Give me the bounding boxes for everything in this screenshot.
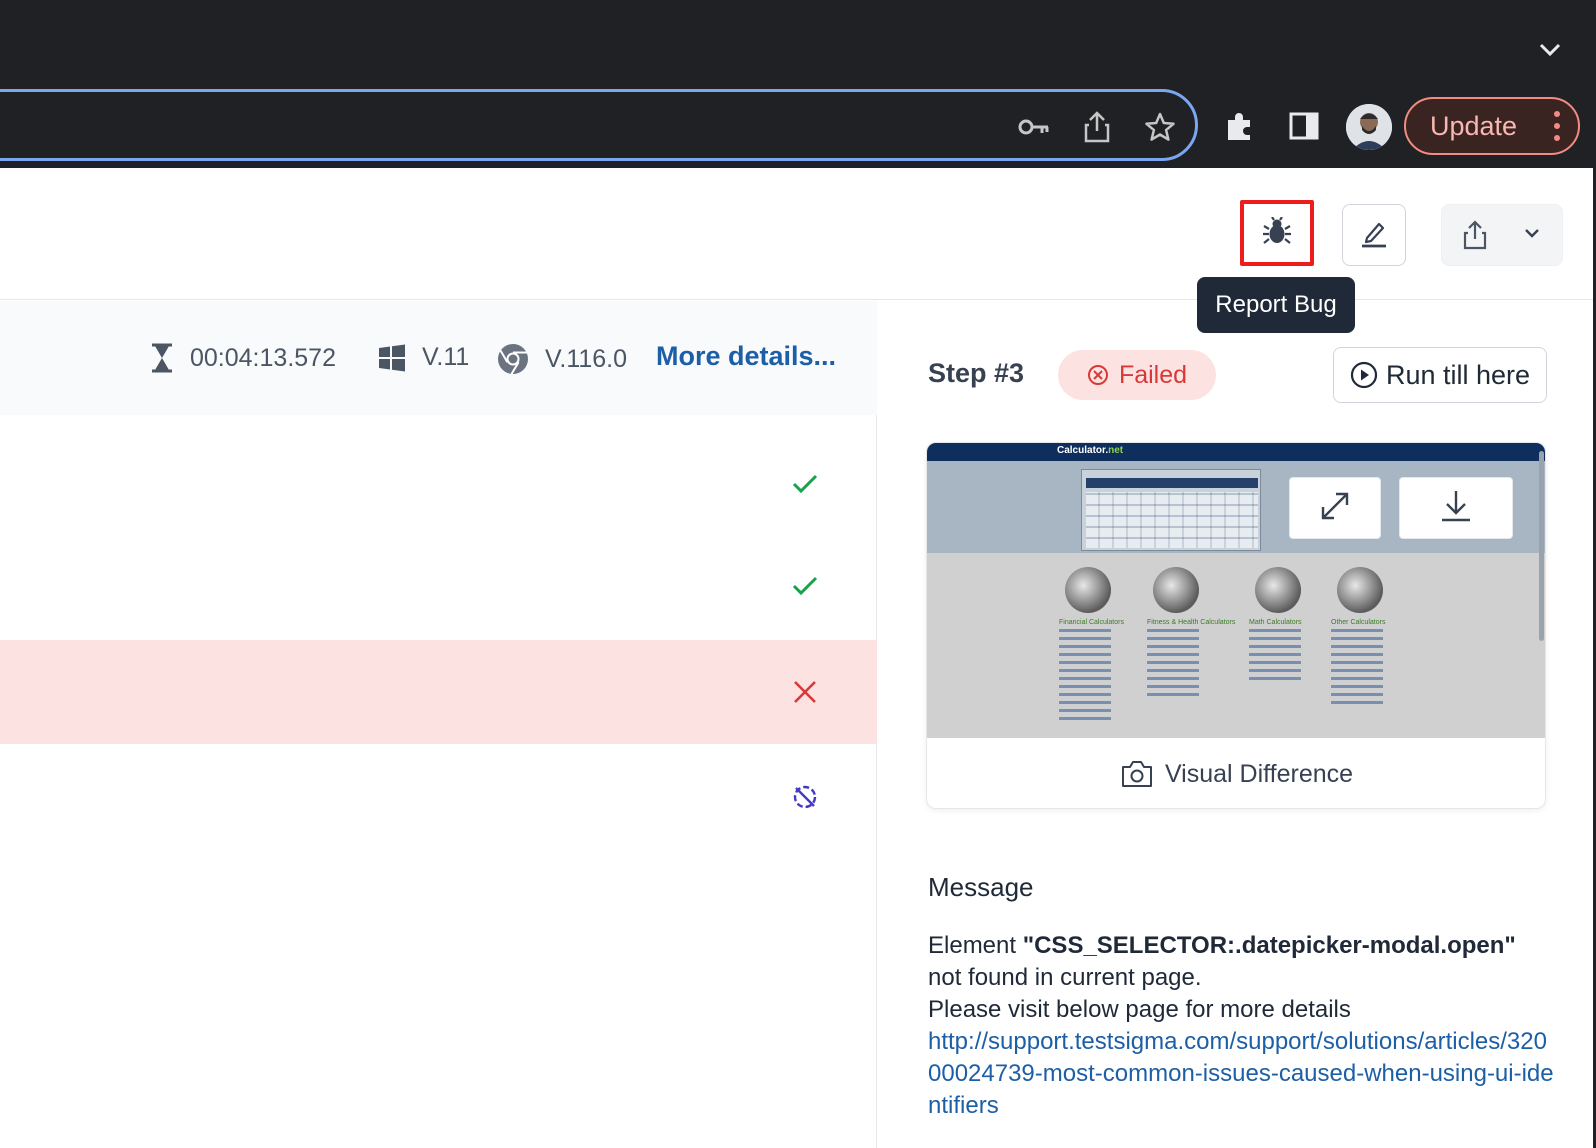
status-label: Failed bbox=[1118, 360, 1188, 389]
support-article-link[interactable]: http://support.testsigma.com/support/sol… bbox=[928, 1028, 1554, 1119]
screenshot-card: Calculator.net Financial Calculators Fit… bbox=[926, 442, 1546, 809]
chevron-down-icon[interactable] bbox=[1522, 223, 1542, 248]
step-screenshot[interactable]: Calculator.net Financial Calculators Fit… bbox=[927, 443, 1545, 738]
download-screenshot-button[interactable] bbox=[1399, 477, 1513, 539]
message-line-2: not found in current page. bbox=[928, 964, 1202, 991]
pencil-icon bbox=[1359, 218, 1389, 253]
close-icon bbox=[790, 677, 820, 707]
report-bug-button[interactable] bbox=[1240, 200, 1314, 266]
share-menu[interactable] bbox=[1441, 204, 1563, 266]
screenshot-category: Fitness & Health Calculators bbox=[1147, 567, 1237, 701]
check-icon bbox=[790, 469, 820, 499]
screenshot-logo: Calculator.net bbox=[1057, 445, 1124, 456]
share-icon[interactable] bbox=[1080, 110, 1114, 144]
error-circle-icon bbox=[1087, 364, 1109, 386]
screenshot-category: Math Calculators bbox=[1249, 567, 1339, 685]
screenshot-scrollbar[interactable] bbox=[1539, 451, 1544, 641]
expand-icon bbox=[1320, 491, 1350, 526]
hourglass-icon bbox=[150, 343, 174, 373]
camera-icon bbox=[1121, 760, 1153, 788]
steps-panel: 00:04:13.572 V.11 V.116.0 More details..… bbox=[0, 301, 877, 1148]
update-label: Update bbox=[1430, 110, 1518, 141]
chevron-down-icon[interactable] bbox=[1536, 36, 1564, 64]
share-icon[interactable] bbox=[1462, 219, 1488, 256]
extensions-icon[interactable] bbox=[1220, 106, 1260, 146]
more-details-link[interactable]: More details... bbox=[656, 341, 836, 372]
message-selector: "CSS_SELECTOR:.datepicker-modal.open" bbox=[1022, 932, 1516, 959]
run-meta-bar: 00:04:13.572 V.11 V.116.0 More details..… bbox=[0, 301, 877, 415]
skipped-icon bbox=[790, 782, 820, 812]
message-line-3: Please visit below page for more details bbox=[928, 996, 1351, 1023]
side-panel-icon[interactable] bbox=[1284, 106, 1324, 146]
visual-difference-button[interactable]: Visual Difference bbox=[927, 738, 1545, 808]
message-prefix: Element bbox=[928, 932, 1023, 959]
screenshot-calculator bbox=[1081, 469, 1261, 551]
download-icon bbox=[1440, 489, 1472, 528]
bug-icon bbox=[1262, 215, 1292, 250]
message-title: Message bbox=[928, 872, 1034, 902]
duration-text: 00:04:13.572 bbox=[190, 343, 336, 372]
os-version-text: V.11 bbox=[422, 343, 470, 371]
run-till-here-label: Run till here bbox=[1385, 359, 1531, 390]
edit-button[interactable] bbox=[1342, 204, 1406, 266]
menu-dots-icon[interactable] bbox=[1554, 111, 1560, 141]
check-icon bbox=[790, 571, 820, 601]
update-button[interactable]: Update bbox=[1404, 97, 1580, 155]
step-row-4[interactable] bbox=[0, 744, 877, 848]
os-meta: V.11 bbox=[378, 343, 469, 372]
duration-meta: 00:04:13.572 bbox=[150, 343, 336, 373]
browser-meta: V.116.0 bbox=[497, 343, 627, 375]
windows-icon bbox=[378, 344, 406, 372]
step-row-3[interactable] bbox=[0, 640, 877, 744]
browser-chrome: Update bbox=[0, 0, 1596, 168]
report-bug-tooltip: Report Bug bbox=[1197, 277, 1355, 333]
browser-version-text: V.116.0 bbox=[545, 344, 628, 373]
visual-difference-label: Visual Difference bbox=[1164, 759, 1354, 788]
expand-screenshot-button[interactable] bbox=[1289, 477, 1381, 539]
star-icon[interactable] bbox=[1143, 110, 1177, 144]
step-row-1[interactable] bbox=[0, 432, 877, 536]
run-till-here-button[interactable]: Run till here bbox=[1333, 347, 1547, 403]
screenshot-topbar bbox=[927, 443, 1545, 461]
chrome-icon bbox=[497, 343, 529, 375]
play-circle-icon bbox=[1350, 361, 1378, 389]
step-row-2[interactable] bbox=[0, 534, 877, 638]
screenshot-category: Financial Calculators bbox=[1059, 567, 1149, 725]
screenshot-category: Other Calculators bbox=[1331, 567, 1421, 709]
message-body: Element "CSS_SELECTOR:.datepicker-modal.… bbox=[928, 930, 1558, 1122]
profile-avatar[interactable] bbox=[1346, 104, 1392, 150]
step-label: Step #3 bbox=[928, 358, 1025, 388]
key-icon[interactable] bbox=[1017, 110, 1051, 144]
status-badge: Failed bbox=[1058, 350, 1216, 400]
